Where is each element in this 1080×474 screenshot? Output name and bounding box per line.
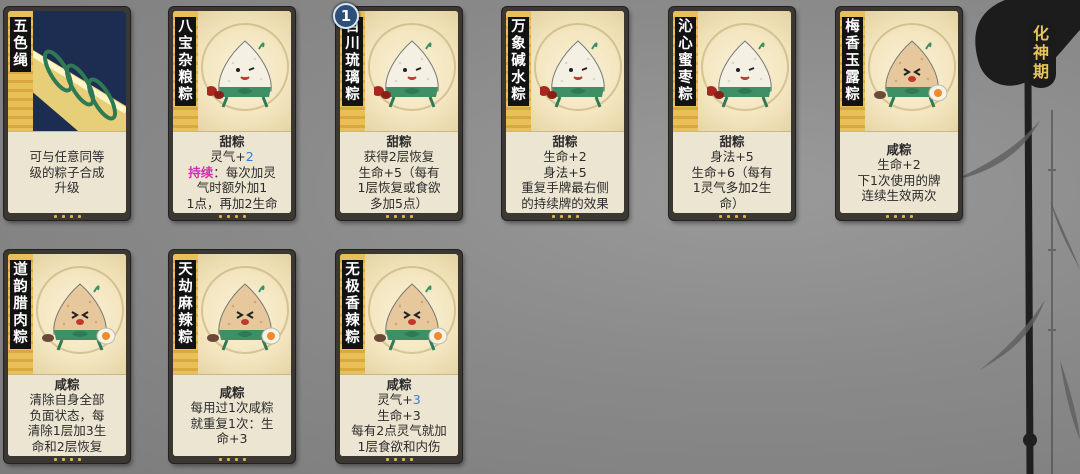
card-name: 道韵腊肉粽 [10, 260, 31, 349]
card-type: 咸粽 [54, 376, 80, 392]
card-level-dots [336, 215, 462, 219]
card-name: 沁心蜜枣粽 [675, 17, 696, 106]
card-effect-line: 灵气+3 [377, 392, 420, 408]
card-effect-line: 的持续牌的效果 [521, 195, 609, 211]
card-effect-line: 持续：每次加灵 [188, 165, 276, 181]
card-name: 天劫麻辣粽 [175, 260, 196, 349]
card-effect-line: 可与任意同等 [29, 149, 105, 165]
effect-text: ：每次加灵 [213, 164, 276, 180]
card-effect-line: 1层食欲和内伤 [357, 438, 441, 454]
card-effect-line: 1灵气多加2生 [692, 180, 772, 196]
card-level-dots [336, 458, 462, 462]
zongzi-card[interactable]: 梅香玉露粽咸粽 生命+2 下1次使用的牌 连续生效两次 [836, 7, 962, 220]
card-level-dots [502, 215, 628, 219]
card-level-dots [4, 215, 130, 219]
card-effect-line: 生命+5（每有 [358, 164, 440, 180]
card-name: 八宝杂粮粽 [175, 17, 196, 106]
card-description: 咸粽 清除自身全部 负面状态，每 清除1层加3生 命和2层恢复 [8, 375, 126, 456]
card-level-dots [169, 215, 295, 219]
card-type: 咸粽 [219, 384, 245, 400]
zongzi-card[interactable]: 沁心蜜枣粽甜粽 身法+5 生命+6（每有 1灵气多加2生 命） [669, 7, 795, 220]
card-effect-line: 连续生效两次 [861, 188, 937, 203]
card-description: 可与任意同等 级的粽子合成 升级 [8, 132, 126, 213]
zongzi-card[interactable]: 无极香辣粽咸粽 灵气+3 生命+3 每有2点灵气就加 1层食欲和内伤 [336, 250, 462, 463]
card-name: 五色绳 [10, 17, 31, 72]
card-effect-line: 负面状态，每 [29, 407, 105, 423]
card-level-dots [4, 458, 130, 462]
zongzi-card[interactable]: 天劫麻辣粽咸粽 每用过1次咸粽 就重复1次：生 命+3 [169, 250, 295, 463]
card-effect-line: 级的粽子合成 [29, 164, 105, 180]
effect-value: 2 [245, 149, 254, 165]
card-effect-line: 下1次使用的牌 [857, 172, 941, 188]
card-effect-line: 每有2点灵气就加 [351, 423, 447, 439]
card-type: 甜粽 [219, 133, 245, 149]
card-effect-line: 就重复1次：生 [190, 415, 274, 431]
card-effect-line: 生命+3 [377, 407, 421, 423]
card-type: 甜粽 [719, 133, 745, 149]
keyword-persistent: 持续 [188, 164, 214, 180]
effect-text: 灵气+ [210, 149, 246, 165]
card-effect-line: 生命+2 [877, 157, 921, 172]
card-description: 咸粽 灵气+3 生命+3 每有2点灵气就加 1层食欲和内伤 [340, 375, 458, 456]
card-effect-line: 命） [719, 195, 745, 211]
card-type: 甜粽 [386, 133, 412, 149]
realm-label: 化神期 [1026, 18, 1056, 88]
card-effect-line: 身法+5 [710, 149, 754, 165]
card-description: 甜粽 身法+5 生命+6（每有 1灵气多加2生 命） [673, 132, 791, 213]
zongzi-card[interactable]: 万象碱水粽甜粽 生命+2 身法+5 重复手牌最右侧 的持续牌的效果 [502, 7, 628, 220]
zongzi-card[interactable]: 百川琉璃粽甜粽获得2层恢复生命+5（每有1层恢复或食欲多加5点） [336, 7, 462, 220]
card-description: 咸粽 每用过1次咸粽 就重复1次：生 命+3 [173, 375, 291, 456]
card-effect-line: 清除自身全部 [29, 392, 105, 408]
card-description: 咸粽 生命+2 下1次使用的牌 连续生效两次 [840, 132, 958, 213]
card-name: 百川琉璃粽 [342, 17, 363, 106]
zongzi-card[interactable]: 五色绳可与任意同等 级的粽子合成 升级 [4, 7, 130, 220]
card-type: 甜粽 [552, 133, 578, 149]
effect-text: 灵气+ [377, 392, 413, 408]
card-effect-line: 清除1层加3生 [27, 423, 107, 439]
card-description: 甜粽 生命+2 身法+5 重复手牌最右侧 的持续牌的效果 [506, 132, 624, 213]
card-effect-line: 灵气+2 [210, 149, 253, 165]
card-type: 咸粽 [886, 141, 912, 157]
card-description: 甜粽 获得2层恢复 生命+5（每有 1层恢复或食欲 多加5点） [340, 132, 458, 213]
card-effect-line: 重复手牌最右侧 [521, 180, 609, 196]
card-effect-line: 命和2层恢复 [31, 438, 103, 454]
card-effect-line: 气时额外加1 [196, 180, 268, 196]
card-description: 甜粽 灵气+2 持续：每次加灵 气时额外加1 1点，再加2生命 [173, 132, 291, 213]
card-name: 梅香玉露粽 [842, 17, 863, 106]
zongzi-card[interactable]: 八宝杂粮粽 甜粽 灵气+2 持续：每次加灵 气时额外加1 1点，再加2生命 [169, 7, 295, 220]
count-badge: 1 [333, 3, 359, 29]
effect-value: 3 [412, 392, 421, 408]
card-effect-line: 1点，再加2生命 [186, 195, 278, 211]
card-name: 万象碱水粽 [508, 17, 529, 106]
card-effect-line: 每用过1次咸粽 [190, 400, 274, 415]
card-effect-line: 命+3 [216, 431, 248, 446]
card-effect-line: 多加5点） [370, 195, 428, 211]
card-type: 咸粽 [386, 376, 412, 392]
card-effect-line: 身法+5 [543, 164, 587, 180]
card-name: 无极香辣粽 [342, 260, 363, 349]
zongzi-card[interactable]: 道韵腊肉粽咸粽 清除自身全部 负面状态，每 清除1层加3生 命和2层恢复 [4, 250, 130, 463]
ink-bamboo-decoration [960, 0, 1080, 474]
card-effect-line: 生命+6（每有 [691, 164, 773, 180]
card-level-dots [836, 215, 962, 219]
card-effect-line: 升级 [54, 180, 80, 196]
card-level-dots [669, 215, 795, 219]
card-effect-line: 1层恢复或食欲 [357, 180, 441, 196]
card-level-dots [169, 458, 295, 462]
card-effect-line: 获得2层恢复 [363, 149, 435, 165]
card-effect-line: 生命+2 [543, 149, 587, 165]
